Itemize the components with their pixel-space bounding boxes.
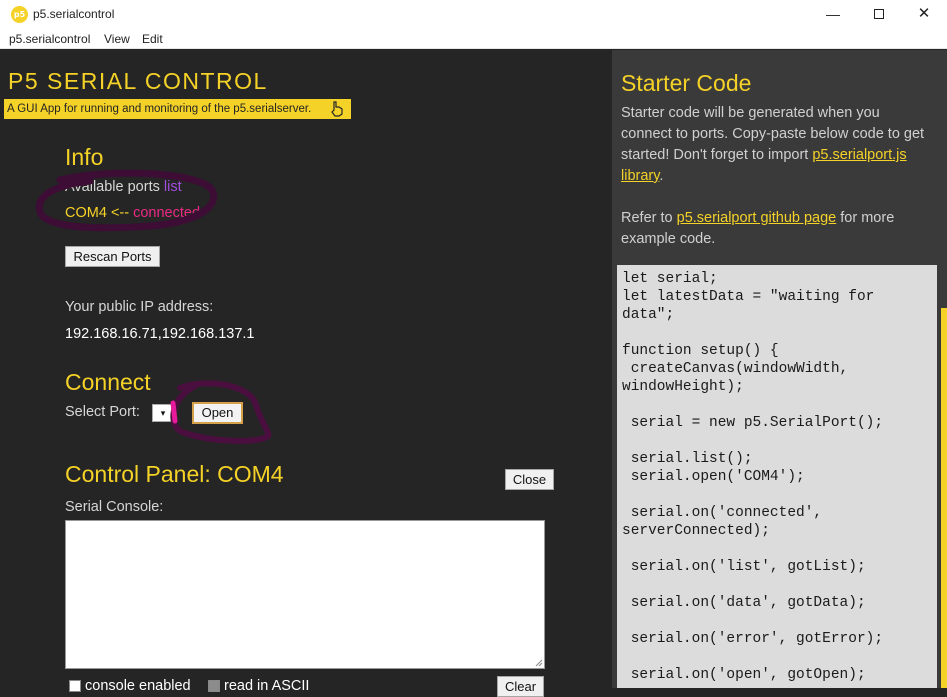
github-page-link[interactable]: p5.serialport github page bbox=[677, 210, 837, 226]
port-arrow: <-- bbox=[110, 205, 130, 221]
console-enabled-label: console enabled bbox=[85, 678, 191, 694]
starter-code-heading: Starter Code bbox=[621, 70, 752, 96]
resize-grip-icon[interactable] bbox=[535, 659, 543, 667]
window-title: p5.serialcontrol bbox=[33, 7, 115, 21]
app-subtitle: A GUI App for running and monitoring of … bbox=[4, 99, 351, 119]
app-title: P5 SERIAL CONTROL bbox=[8, 68, 268, 94]
control-panel-heading: Control Panel: COM4 bbox=[65, 461, 284, 487]
menu-app[interactable]: p5.serialcontrol bbox=[9, 32, 90, 46]
console-enabled-checkbox[interactable] bbox=[69, 680, 81, 692]
maximize-icon bbox=[874, 9, 884, 20]
read-ascii-label: read in ASCII bbox=[224, 678, 310, 694]
port-select[interactable]: ▾ bbox=[152, 404, 174, 422]
list-ports-link[interactable]: list bbox=[164, 179, 182, 195]
connect-heading: Connect bbox=[65, 369, 151, 395]
ip-value: 192.168.16.71,192.168.137.1 bbox=[65, 326, 255, 342]
starter-intro: Starter code will be generated when you … bbox=[621, 103, 926, 187]
port-status-line: COM4 <-- connected bbox=[65, 205, 200, 221]
pointer-hand-icon bbox=[331, 101, 343, 117]
port-connected-status: connected bbox=[133, 205, 201, 221]
info-heading: Info bbox=[65, 144, 104, 170]
starter-intro-end: . bbox=[659, 168, 664, 184]
starter-code-block[interactable]: let serial; let latestData = "waiting fo… bbox=[617, 265, 937, 688]
open-port-button[interactable]: Open bbox=[192, 402, 243, 424]
close-window-button[interactable]: ✕ bbox=[901, 0, 947, 30]
starter-refer: Refer to p5.serialport github page for m… bbox=[621, 208, 926, 250]
serial-console-textarea[interactable] bbox=[65, 520, 545, 669]
rescan-ports-button[interactable]: Rescan Ports bbox=[65, 246, 160, 267]
port-name[interactable]: COM4 bbox=[65, 205, 107, 221]
menu-bar: p5.serialcontrol View Edit bbox=[0, 30, 947, 49]
p5-app-icon: p5 bbox=[11, 6, 28, 23]
right-scrollbar[interactable] bbox=[941, 308, 947, 688]
select-port-label: Select Port: bbox=[65, 404, 140, 420]
clear-console-button[interactable]: Clear bbox=[497, 676, 544, 697]
close-port-button[interactable]: Close bbox=[505, 469, 554, 490]
minimize-button[interactable]: — bbox=[810, 0, 856, 30]
available-ports-label: Available ports bbox=[65, 179, 160, 195]
read-ascii-checkbox[interactable] bbox=[208, 680, 220, 692]
available-ports-line: Available ports list bbox=[65, 179, 182, 195]
refer-prefix: Refer to bbox=[621, 210, 673, 226]
maximize-button[interactable] bbox=[856, 0, 902, 30]
menu-edit[interactable]: Edit bbox=[142, 32, 163, 46]
title-bar: p5 p5.serialcontrol — ✕ bbox=[0, 0, 947, 30]
serial-console-label: Serial Console: bbox=[65, 499, 164, 515]
ip-label: Your public IP address: bbox=[65, 299, 214, 315]
menu-view[interactable]: View bbox=[104, 32, 130, 46]
